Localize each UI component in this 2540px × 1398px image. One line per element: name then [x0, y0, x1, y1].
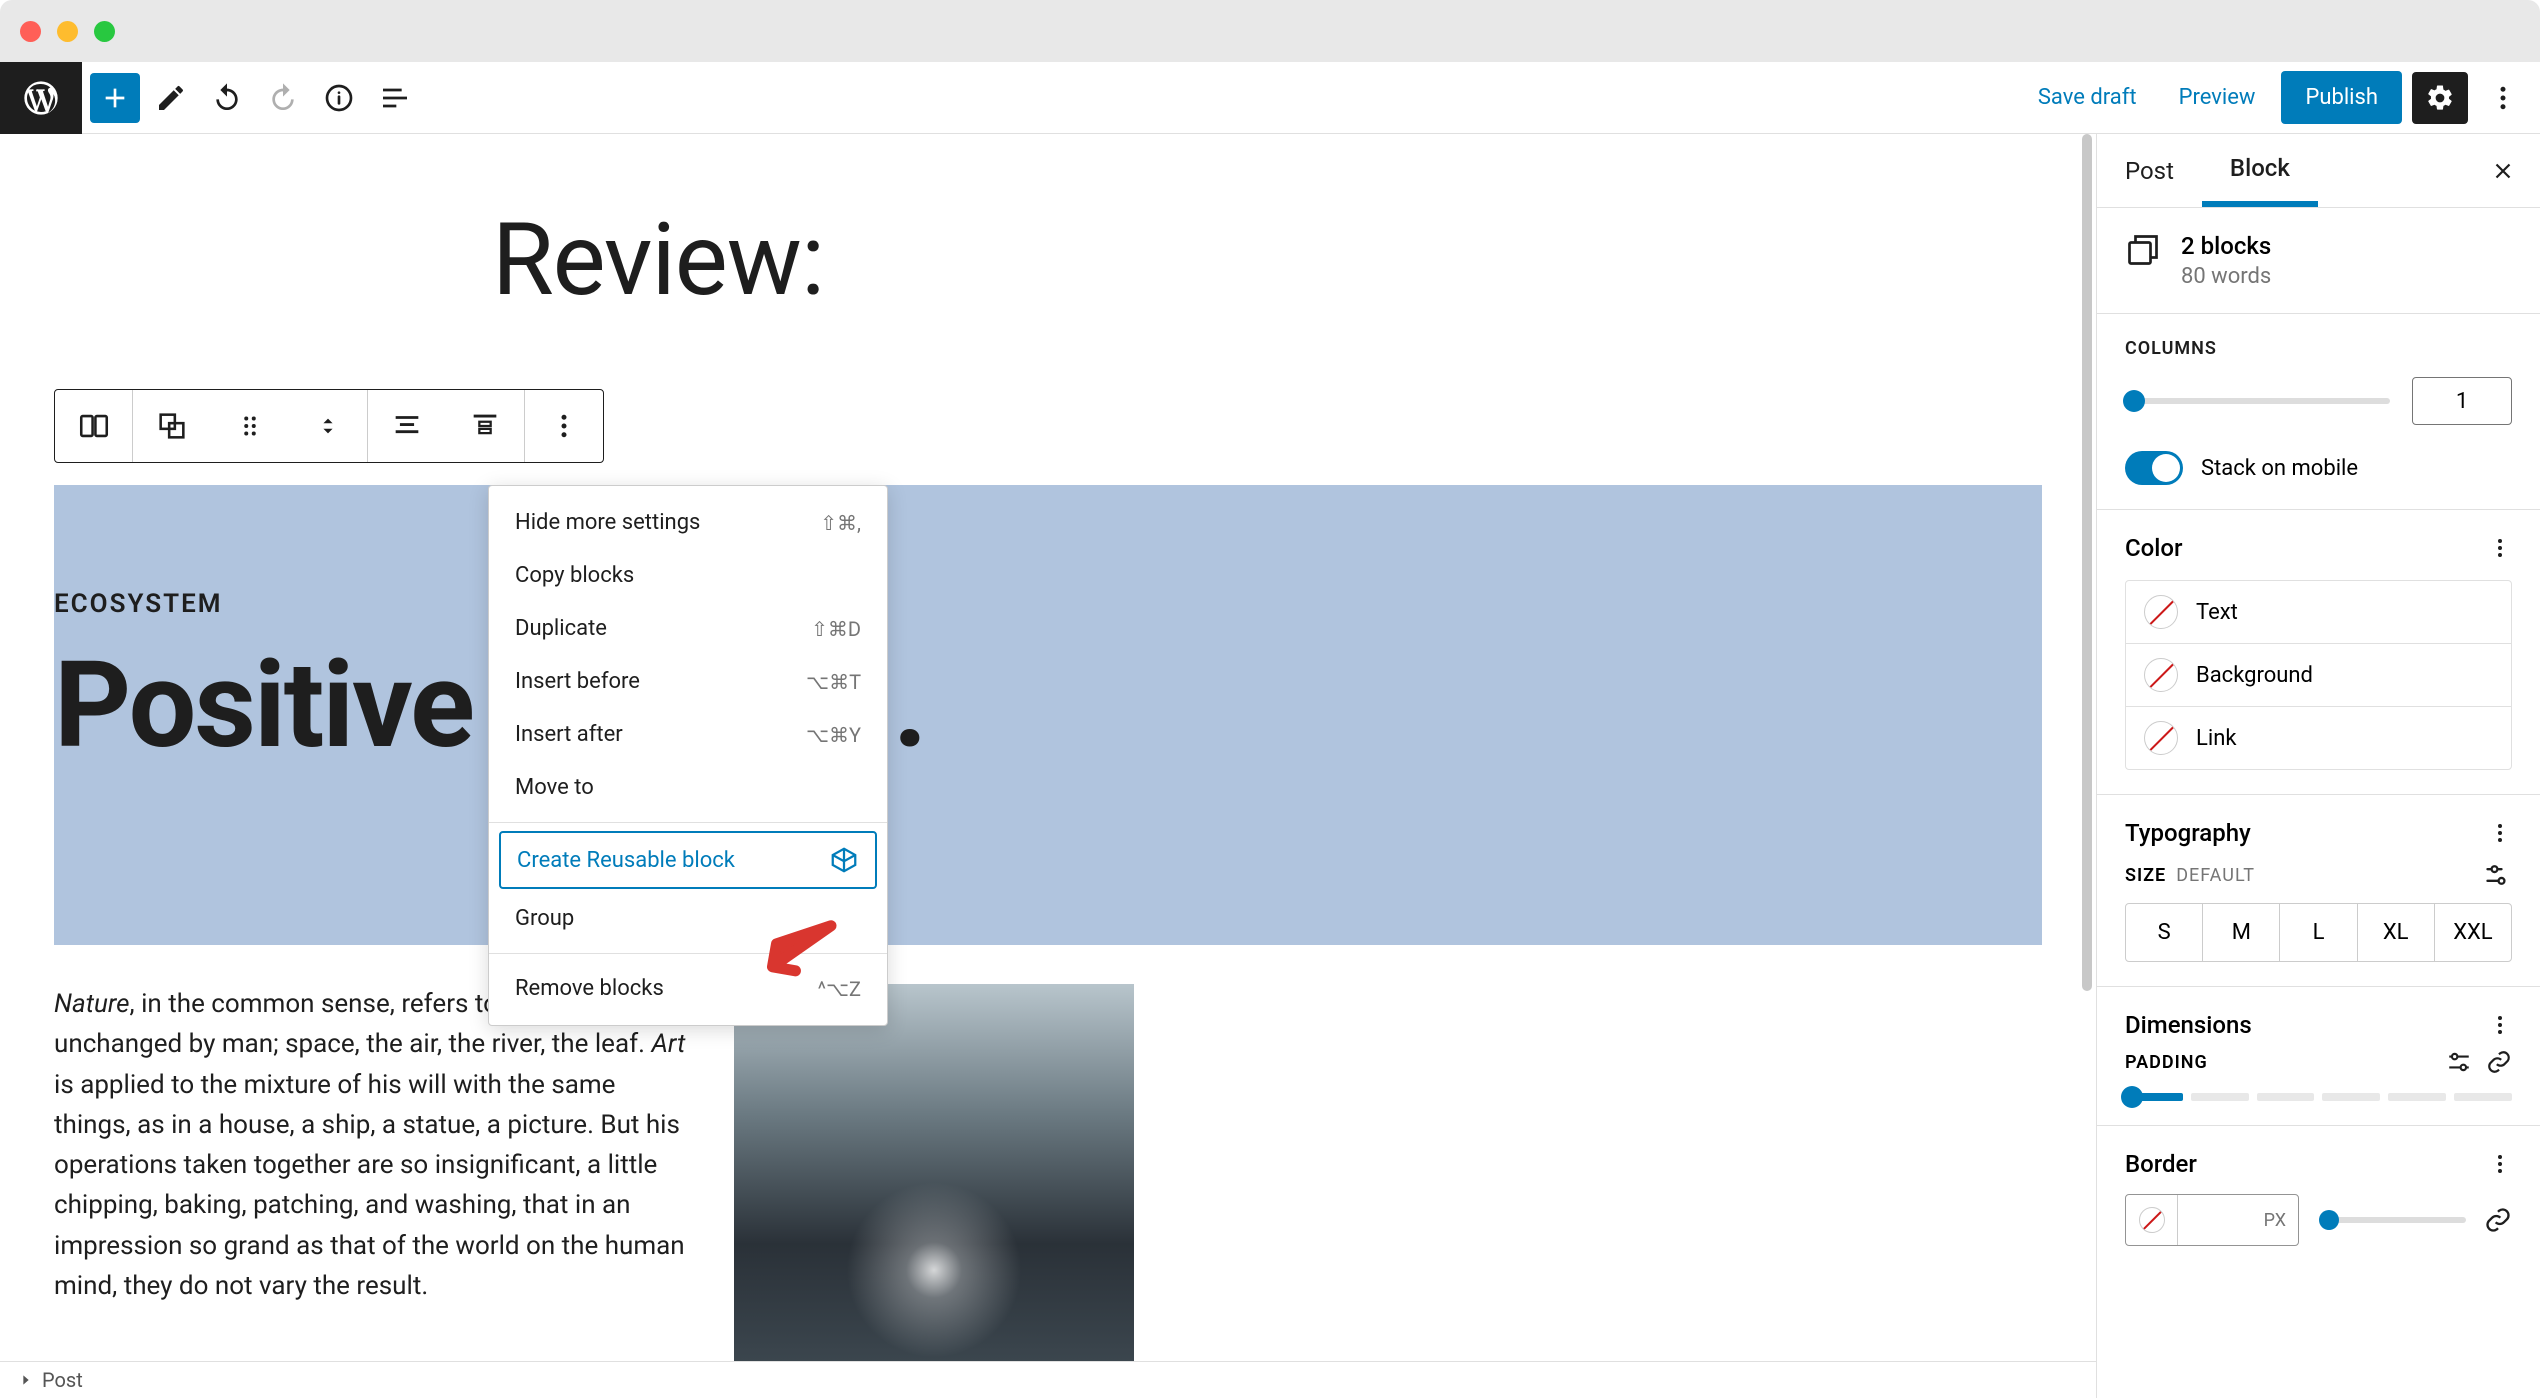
- menu-copy-blocks[interactable]: Copy blocks: [489, 549, 887, 602]
- size-l-button[interactable]: L: [2280, 904, 2357, 961]
- text-column[interactable]: Nature, in the common sense, refers to e…: [54, 984, 694, 1398]
- columns-block[interactable]: Nature, in the common sense, refers to e…: [54, 984, 2042, 1398]
- more-options-button[interactable]: [2478, 73, 2528, 123]
- columns-panel: COLUMNS 1 Stack on mobile: [2097, 314, 2540, 510]
- padding-link-icon[interactable]: [2486, 1049, 2512, 1075]
- tab-post[interactable]: Post: [2097, 134, 2202, 207]
- editor-canvas[interactable]: Review:: [0, 134, 2096, 1398]
- size-m-button[interactable]: M: [2203, 904, 2280, 961]
- color-background-button[interactable]: Background: [2126, 644, 2511, 707]
- border-link-icon[interactable]: [2484, 1206, 2512, 1234]
- maximize-window-icon[interactable]: [94, 21, 115, 42]
- columns-value-input[interactable]: 1: [2412, 377, 2512, 425]
- move-drag-icon[interactable]: [211, 390, 289, 462]
- move-up-down-icon[interactable]: [289, 390, 367, 462]
- size-xxl-button[interactable]: XXL: [2435, 904, 2511, 961]
- size-default-label: DEFAULT: [2176, 865, 2255, 886]
- multi-block-icon: [2125, 232, 2161, 268]
- stack-mobile-toggle[interactable]: [2125, 451, 2183, 485]
- border-panel: Border PX: [2097, 1126, 2540, 1270]
- align-icon[interactable]: [368, 390, 446, 462]
- breadcrumb-footer: Post: [0, 1361, 2096, 1398]
- menu-move-to[interactable]: Move to: [489, 761, 887, 814]
- stack-mobile-label: Stack on mobile: [2201, 456, 2358, 481]
- editor-scrollbar[interactable]: [2078, 134, 2096, 1358]
- vertical-align-icon[interactable]: [446, 390, 524, 462]
- edit-tool-button[interactable]: [146, 73, 196, 123]
- minimize-window-icon[interactable]: [57, 21, 78, 42]
- block-more-options-icon[interactable]: [525, 390, 603, 462]
- no-color-swatch-icon: [2144, 721, 2178, 755]
- size-label: SIZE: [2125, 865, 2166, 886]
- reusable-block-icon: [829, 845, 859, 875]
- close-sidebar-icon[interactable]: [2466, 134, 2540, 207]
- redo-button[interactable]: [258, 73, 308, 123]
- hero-headline: Positive.: [54, 643, 2042, 769]
- image-column[interactable]: [734, 984, 1134, 1398]
- block-summary: 2 blocks 80 words: [2097, 208, 2540, 314]
- size-xl-button[interactable]: XL: [2358, 904, 2435, 961]
- menu-hide-more-settings[interactable]: Hide more settings⇧⌘,: [489, 496, 887, 549]
- menu-separator: [489, 822, 887, 823]
- tab-block[interactable]: Block: [2202, 134, 2318, 207]
- breadcrumb-item[interactable]: Post: [42, 1368, 83, 1392]
- hero-tag: ECOSYSTEM: [54, 589, 2042, 619]
- size-s-button[interactable]: S: [2126, 904, 2203, 961]
- color-panel: Color Text Background: [2097, 510, 2540, 795]
- border-width-control[interactable]: PX: [2125, 1194, 2299, 1246]
- word-count: 80 words: [2181, 264, 2271, 289]
- menu-insert-before[interactable]: Insert before⌥⌘T: [489, 655, 887, 708]
- publish-button[interactable]: Publish: [2281, 71, 2402, 124]
- dimensions-panel: Dimensions PADDING: [2097, 987, 2540, 1126]
- columns-slider[interactable]: [2125, 398, 2390, 404]
- editor-top-toolbar: Save draft Preview Publish: [0, 62, 2540, 134]
- color-text-button[interactable]: Text: [2126, 581, 2511, 644]
- macos-titlebar: [0, 0, 2540, 62]
- breadcrumb-icon: [18, 1372, 34, 1388]
- settings-button[interactable]: [2412, 72, 2468, 124]
- color-link-button[interactable]: Link: [2126, 707, 2511, 769]
- border-options-icon[interactable]: [2488, 1152, 2512, 1176]
- border-radius-slider[interactable]: [2321, 1217, 2466, 1223]
- details-button[interactable]: [314, 73, 364, 123]
- dimensions-heading: Dimensions: [2125, 1011, 2252, 1039]
- border-heading: Border: [2125, 1150, 2197, 1178]
- sidebar-tabs: Post Block: [2097, 134, 2540, 208]
- typography-options-icon[interactable]: [2488, 821, 2512, 845]
- columns-label: COLUMNS: [2125, 338, 2512, 359]
- dimensions-options-icon[interactable]: [2488, 1013, 2512, 1037]
- block-count: 2 blocks: [2181, 232, 2271, 260]
- no-color-swatch-icon: [2144, 658, 2178, 692]
- custom-size-icon[interactable]: [2484, 861, 2512, 889]
- typography-heading: Typography: [2125, 819, 2251, 847]
- outline-button[interactable]: [370, 73, 420, 123]
- menu-duplicate[interactable]: Duplicate⇧⌘D: [489, 602, 887, 655]
- size-button-group: S M L XL XXL: [2125, 903, 2512, 962]
- color-options-icon[interactable]: [2488, 536, 2512, 560]
- padding-label: PADDING: [2125, 1052, 2208, 1073]
- select-parent-icon[interactable]: [133, 390, 211, 462]
- add-block-button[interactable]: [90, 73, 140, 123]
- undo-button[interactable]: [202, 73, 252, 123]
- wordpress-logo[interactable]: [0, 62, 82, 134]
- save-draft-button[interactable]: Save draft: [2022, 75, 2153, 120]
- typography-panel: Typography SIZE DEFAULT S M L XL: [2097, 795, 2540, 987]
- menu-insert-after[interactable]: Insert after⌥⌘Y: [489, 708, 887, 761]
- color-heading: Color: [2125, 534, 2183, 562]
- block-toolbar: [54, 389, 604, 463]
- no-color-swatch-icon: [2139, 1207, 2165, 1233]
- menu-create-reusable-block[interactable]: Create Reusable block: [499, 831, 877, 889]
- no-color-swatch-icon: [2144, 595, 2178, 629]
- settings-sidebar: Post Block 2 blocks 80 words COLUMNS: [2096, 134, 2540, 1398]
- padding-slider[interactable]: [2125, 1093, 2512, 1101]
- post-title[interactable]: Review:: [492, 202, 2042, 319]
- padding-custom-icon[interactable]: [2446, 1049, 2472, 1075]
- close-window-icon[interactable]: [20, 21, 41, 42]
- border-unit[interactable]: PX: [2178, 1195, 2298, 1245]
- hero-block[interactable]: ECOSYSTEM Positive.: [54, 485, 2042, 945]
- block-type-columns-icon[interactable]: [55, 390, 133, 462]
- preview-button[interactable]: Preview: [2163, 75, 2272, 120]
